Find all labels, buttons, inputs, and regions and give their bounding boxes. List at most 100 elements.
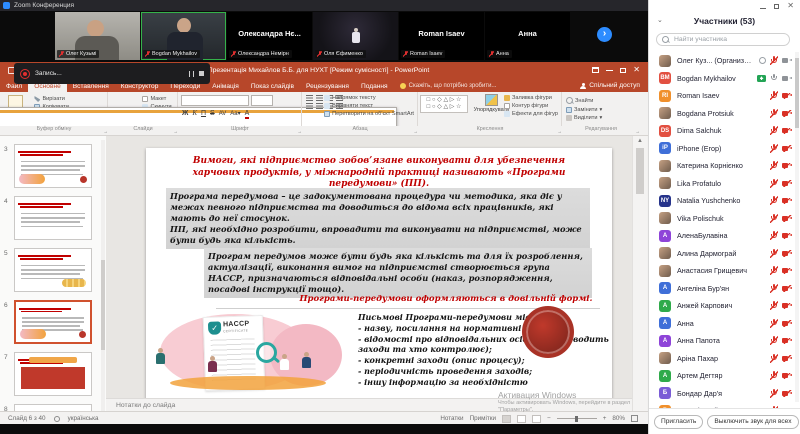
zoom-in-button[interactable]: + [603,415,607,422]
participant-row[interactable]: Катерина Корнієнко [649,157,800,175]
muted-mic-icon[interactable] [770,388,778,398]
strikethrough-button[interactable]: S [210,110,215,117]
participant-row[interactable]: DS Dima Salchuk [649,122,800,140]
participant-row[interactable]: A АленаБулавіна [649,227,800,245]
fit-slide-icon[interactable] [631,415,638,422]
dialog-launcher-icon[interactable]: ⌐ [174,129,177,135]
screen-share-icon[interactable] [757,74,766,82]
next-videos-button[interactable]: › [597,27,612,42]
close-icon[interactable]: ✕ [633,66,640,74]
tab-рецензування[interactable]: Рецензування [300,80,355,92]
camera-off-icon[interactable] [782,145,792,152]
text-direction-button[interactable]: Напрямок тексту [324,95,414,101]
dialog-launcher-icon[interactable]: ⌐ [636,129,639,135]
notes-bar[interactable]: Нотатки до слайда [106,398,632,411]
participant-row[interactable]: iP iPhone (Егор) [649,140,800,158]
font-name-combobox[interactable] [181,95,249,106]
font-color-icon[interactable]: A [244,110,250,119]
camera-off-icon[interactable] [782,337,792,344]
share-button[interactable]: Спільний доступ [580,82,648,92]
reading-view-button[interactable] [532,414,542,423]
camera-off-icon[interactable] [782,232,792,239]
maximize-icon[interactable] [620,67,627,73]
muted-mic-icon[interactable] [770,213,778,223]
participant-row[interactable]: Анастасия Грищевич [649,262,800,280]
more-icon[interactable] [759,57,766,65]
pause-recording-icon[interactable] [189,70,194,77]
cut-button[interactable]: Вирізати [34,96,91,102]
muted-mic-icon[interactable] [770,231,778,241]
camera-off-icon[interactable] [782,162,792,169]
shape-outline-button[interactable]: Контур фігури [503,103,558,109]
muted-mic-icon[interactable] [770,301,778,311]
muted-mic-icon[interactable] [770,196,778,206]
slide-sorter-view-button[interactable] [517,414,527,423]
camera-off-icon[interactable] [782,320,792,327]
camera-off-icon[interactable] [782,110,792,117]
camera-off-icon[interactable] [782,127,792,134]
camera-off-icon[interactable] [782,250,792,257]
find-button[interactable]: Знайти [566,97,636,104]
participant-row[interactable]: Bogdana Protsiuk [649,105,800,123]
normal-view-button[interactable] [502,414,512,423]
muted-mic-icon[interactable] [770,108,778,118]
video-tile[interactable]: Roman Isaev Roman Isaev [399,12,484,60]
muted-mic-icon[interactable] [770,336,778,346]
camera-off-icon[interactable] [782,92,792,99]
slide-thumbnail-4[interactable] [14,196,92,240]
slide-thumbnail-7[interactable] [14,352,92,396]
camera-off-icon[interactable] [782,285,792,292]
participant-row[interactable]: Олег Куз... (Организатор, я) [649,52,800,70]
dialog-launcher-icon[interactable]: ⌐ [414,129,417,135]
align-left-icon[interactable] [306,103,313,109]
layout-button[interactable]: Макет [142,96,171,102]
close-icon[interactable]: ✕ [787,2,794,10]
participant-row[interactable]: A Анна Папота [649,332,800,350]
video-tile[interactable]: Анна Анна [485,12,570,60]
align-center-icon[interactable] [316,103,323,109]
numbering-icon[interactable] [316,95,323,101]
language-label[interactable]: українська [68,415,99,422]
tab-анімація[interactable]: Анімація [206,80,245,92]
slide-thumbnail-5[interactable] [14,248,92,292]
canvas-scrollbar[interactable]: ▲ ▲▼ [632,136,647,434]
muted-mic-icon[interactable] [770,371,778,381]
muted-mic-icon[interactable] [770,126,778,136]
participant-row[interactable]: Lika Profatulo [649,175,800,193]
dialog-launcher-icon[interactable]: ⌐ [104,129,107,135]
minimize-icon[interactable] [760,7,767,9]
italic-button[interactable]: К [192,109,197,117]
tab-показ слайдів[interactable]: Показ слайдів [245,80,300,92]
participant-row[interactable]: BM Bogdan Mykhailov [649,70,800,88]
scroll-up-icon[interactable]: ▲ [633,138,647,144]
participant-row[interactable]: A Анжей Карпович [649,297,800,315]
slide-thumbnail-3[interactable] [14,144,92,188]
shapes-gallery[interactable]: □ ○ ◇ △ ▷ ☆ □ ○ ◇ △ ▷ ☆ [420,95,468,113]
underline-button[interactable]: П [201,110,206,117]
camera-icon[interactable] [782,75,792,82]
shape-fill-button[interactable]: Заливка фігури [503,95,558,101]
camera-off-icon[interactable] [782,355,792,362]
change-case-icon[interactable]: Aa▾ [230,110,240,117]
camera-off-icon[interactable] [782,197,792,204]
participant-row[interactable]: Алина Дармограй [649,245,800,263]
maximize-icon[interactable] [774,3,780,9]
camera-off-icon[interactable] [782,180,792,187]
mute-all-button[interactable]: Выключить звук для всех [707,414,799,429]
muted-mic-icon[interactable] [770,283,778,293]
muted-mic-icon[interactable] [770,161,778,171]
participants-scrollbar[interactable] [795,52,799,402]
participant-row[interactable]: Vika Polischuk [649,210,800,228]
notes-toggle[interactable]: Нотатки [440,415,463,422]
camera-off-icon[interactable] [782,302,792,309]
participant-search[interactable] [656,33,790,46]
replace-button[interactable]: Замінити ▾ [566,106,636,113]
bold-button[interactable]: Ж [182,110,188,117]
ribbon-display-options-icon[interactable] [592,67,600,73]
font-size-combobox[interactable] [251,95,273,106]
mic-icon[interactable] [770,73,778,83]
char-spacing-icon[interactable]: AV [219,111,227,117]
muted-mic-icon[interactable] [770,318,778,328]
video-tile[interactable]: Оля Єфименко [313,12,398,60]
muted-mic-icon[interactable] [770,178,778,188]
